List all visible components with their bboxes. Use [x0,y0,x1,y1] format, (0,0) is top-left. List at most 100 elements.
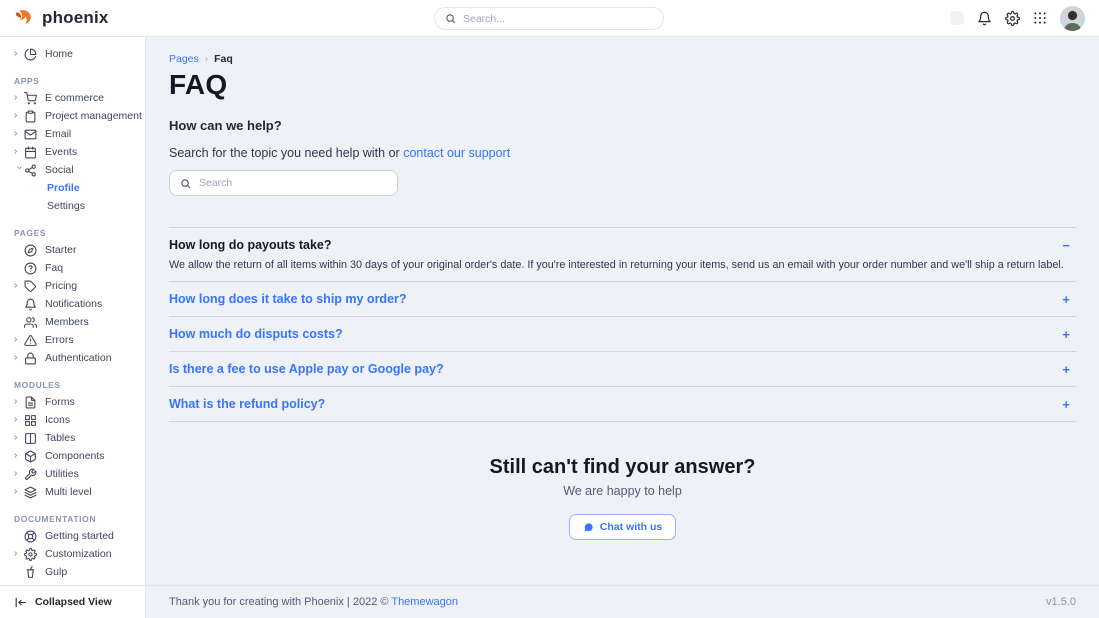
caret-right-icon: › [14,549,24,559]
sidebar-item-authentication[interactable]: › Authentication [14,349,139,367]
sidebar-nav: › Home APPS › E commerce › [0,37,145,585]
global-search[interactable] [434,7,664,30]
gear-icon[interactable] [1005,11,1020,26]
faq-question: How long do payouts take? [169,238,332,252]
global-search-input[interactable] [463,13,653,25]
sidebar-item-label: Gulp [45,566,67,578]
collapse-arrow-icon [14,596,27,609]
sidebar-item-label: Components [45,450,105,462]
grid-icon [24,414,37,427]
compass-icon [24,244,37,257]
gear-icon [24,548,37,561]
caret-down-icon: › [14,166,24,176]
collapse-minus-icon[interactable]: − [1062,239,1076,252]
faq-question: How long does it take to ship my order? [169,292,407,306]
sidebar-item-social[interactable]: › Social [14,161,139,179]
faq-item-apple-google-pay[interactable]: Is there a fee to use Apple pay or Googl… [169,352,1076,387]
faq-answer: We allow the return of all items within … [169,259,1076,271]
sidebar-item-faq[interactable]: Faq [14,259,139,277]
caret-right-icon: › [14,397,24,407]
contact-support-link[interactable]: contact our support [403,146,510,160]
caret-right-icon: › [14,111,24,121]
footer-text: Thank you for creating with Phoenix | 20… [169,596,458,608]
user-avatar[interactable] [1060,6,1085,31]
bell-icon [24,298,37,311]
sidebar-item-label: Forms [45,396,75,408]
sidebar-item-label: Getting started [45,530,114,542]
sidebar-item-events[interactable]: › Events [14,143,139,161]
chat-with-us-button[interactable]: Chat with us [569,514,676,540]
share-icon [24,164,37,177]
brand-logo[interactable]: phoenix [14,8,109,29]
expand-plus-icon[interactable]: + [1062,293,1076,306]
caret-right-icon: › [14,451,24,461]
sidebar-item-components[interactable]: › Components [14,447,139,465]
sidebar-item-gulp[interactable]: Gulp [14,563,139,581]
sidebar-item-pricing[interactable]: › Pricing [14,277,139,295]
sidebar-item-label: Icons [45,414,70,426]
sidebar-item-notifications[interactable]: Notifications [14,295,139,313]
top-navbar: phoenix [0,0,1099,37]
help-text: Search for the topic you need help with … [169,146,1076,160]
sidebar-item-starter[interactable]: Starter [14,241,139,259]
sidebar-item-email[interactable]: › Email [14,125,139,143]
faq-item-refund-policy[interactable]: What is the refund policy? + [169,387,1076,422]
theme-toggle[interactable] [950,11,964,25]
bell-icon[interactable] [977,11,992,26]
help-heading: How can we help? [169,118,1076,133]
caret-right-icon: › [14,93,24,103]
sidebar-item-label: Email [45,128,71,140]
faq-item-disputes[interactable]: How much do disputs costs? + [169,317,1076,352]
breadcrumb: Pages › Faq [169,53,1076,65]
caret-right-icon: › [14,415,24,425]
faq-question: How much do disputs costs? [169,327,343,341]
sidebar-item-project-management[interactable]: › Project management [14,107,139,125]
cta-subtitle: We are happy to help [169,484,1076,498]
expand-plus-icon[interactable]: + [1062,398,1076,411]
faq-page: Pages › Faq FAQ How can we help? Search … [146,37,1099,585]
help-circle-icon [24,262,37,275]
sidebar-item-label: Authentication [45,352,112,364]
caret-right-icon: › [14,335,24,345]
search-icon [180,178,191,189]
file-text-icon [24,396,37,409]
faq-item-payouts[interactable]: How long do payouts take? − We allow the… [169,228,1076,282]
faq-search[interactable] [169,170,398,196]
sidebar-item-label: Pricing [45,280,77,292]
caret-right-icon: › [14,433,24,443]
faq-item-shipping[interactable]: How long does it take to ship my order? … [169,282,1076,317]
collapsed-view-toggle[interactable]: Collapsed View [0,585,145,618]
faq-question: What is the refund policy? [169,397,325,411]
sidebar-item-profile[interactable]: Profile [14,179,139,197]
sidebar-item-label: Profile [47,182,80,194]
clipboard-icon [24,110,37,123]
sidebar-item-ecommerce[interactable]: › E commerce [14,89,139,107]
sidebar-item-label: Customization [45,548,112,560]
apps-grid-icon[interactable] [1033,11,1047,25]
sidebar-item-label: Home [45,48,73,60]
sidebar-item-settings[interactable]: Settings [14,197,139,215]
navbar-actions [950,6,1085,31]
faq-search-input[interactable] [199,177,387,189]
sidebar-item-errors[interactable]: › Errors [14,331,139,349]
sidebar-item-label: Utilities [45,468,79,480]
sidebar-item-getting-started[interactable]: Getting started [14,527,139,545]
sidebar-item-icons[interactable]: › Icons [14,411,139,429]
sidebar-item-customization[interactable]: › Customization [14,545,139,563]
faq-accordion: How long do payouts take? − We allow the… [169,227,1076,422]
sidebar-item-members[interactable]: Members [14,313,139,331]
sidebar-item-forms[interactable]: › Forms [14,393,139,411]
themewagon-link[interactable]: Themewagon [391,596,458,608]
sidebar-item-multi-level[interactable]: › Multi level [14,483,139,501]
sidebar-item-utilities[interactable]: › Utilities [14,465,139,483]
chat-bubble-icon [583,522,594,533]
sidebar-item-home[interactable]: › Home [14,45,139,63]
breadcrumb-pages-link[interactable]: Pages [169,53,199,65]
sidebar-item-tables[interactable]: › Tables [14,429,139,447]
expand-plus-icon[interactable]: + [1062,363,1076,376]
sidebar-item-label: Starter [45,244,77,256]
sidebar-item-label: Notifications [45,298,102,310]
expand-plus-icon[interactable]: + [1062,328,1076,341]
layers-icon [24,486,37,499]
sidebar-item-label: Social [45,164,74,176]
